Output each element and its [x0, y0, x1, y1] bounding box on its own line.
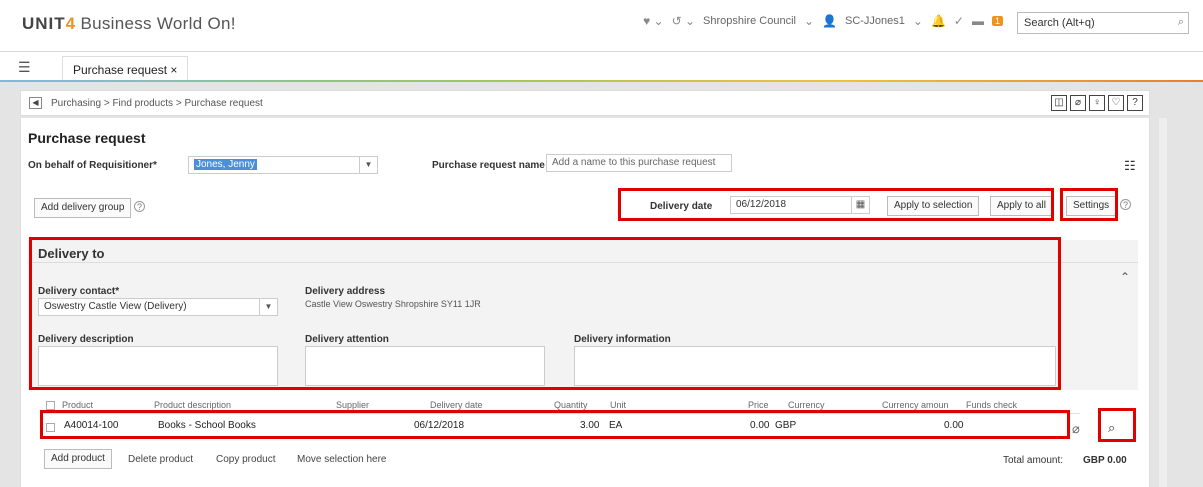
- attachment-icon[interactable]: ⌀: [1072, 421, 1080, 437]
- highlight-product-row: [40, 410, 1070, 439]
- col-product[interactable]: Product: [62, 400, 93, 410]
- col-product-description[interactable]: Product description: [154, 400, 231, 410]
- user-icon: 👤: [822, 14, 837, 28]
- help-icon[interactable]: ?: [1127, 95, 1143, 111]
- highlight-delivery-panel: [29, 237, 1061, 390]
- chevron-down-icon[interactable]: ⌄: [913, 14, 923, 28]
- bell-icon[interactable]: 🔔: [931, 14, 946, 28]
- search-placeholder: Search (Alt+q): [1024, 17, 1095, 29]
- total-label: Total amount:: [1003, 455, 1064, 466]
- pr-name-label: Purchase request name: [432, 160, 545, 171]
- copy-product-button[interactable]: Copy product: [216, 454, 275, 465]
- breadcrumb: Purchasing > Find products > Purchase re…: [51, 98, 263, 109]
- col-unit[interactable]: Unit: [610, 400, 626, 410]
- col-currency[interactable]: Currency: [788, 400, 825, 410]
- search-icon[interactable]: ⌕: [1178, 16, 1184, 29]
- col-currency-amount[interactable]: Currency amoun: [882, 400, 949, 410]
- view-toggle-icon[interactable]: ☷: [1124, 158, 1136, 174]
- page-title: Purchase request: [28, 130, 146, 146]
- pr-name-input[interactable]: Add a name to this purchase request: [546, 154, 732, 172]
- help-icon[interactable]: ?: [134, 201, 145, 212]
- lightbulb-icon[interactable]: ♀: [1089, 95, 1105, 111]
- add-product-button[interactable]: Add product: [44, 449, 112, 469]
- back-icon[interactable]: ◀: [29, 97, 42, 109]
- header-tools: ♥ ⌄ ↺ ⌄ Shropshire Council ⌄ 👤 SC-JJones…: [643, 14, 1003, 28]
- breadcrumb-bar: ◀ Purchasing > Find products > Purchase …: [20, 90, 1150, 116]
- attachment-icon[interactable]: ⌀: [1070, 95, 1086, 111]
- page-tools: ◫ ⌀ ♀ ♡ ?: [1051, 95, 1143, 111]
- checkmark-icon[interactable]: ✓: [954, 14, 964, 28]
- search-input[interactable]: Search (Alt+q) ⌕: [1017, 12, 1189, 34]
- user-menu[interactable]: SC-JJones1: [845, 15, 905, 27]
- col-funds-check[interactable]: Funds check: [966, 400, 1017, 410]
- move-selection-button[interactable]: Move selection here: [297, 454, 387, 465]
- org-selector[interactable]: Shropshire Council: [703, 15, 796, 27]
- tab-purchase-request[interactable]: Purchase request ×: [62, 56, 189, 82]
- tab-accent-line: [0, 80, 1203, 82]
- col-delivery-date[interactable]: Delivery date: [430, 400, 483, 410]
- app-logo[interactable]: UNIT4 Business World On!: [22, 14, 236, 34]
- col-quantity[interactable]: Quantity: [554, 400, 588, 410]
- breadcrumb-find-products[interactable]: Find products: [112, 98, 173, 109]
- chat-icon[interactable]: ▬: [972, 14, 984, 28]
- top-bar: UNIT4 Business World On! ♥ ⌄ ↺ ⌄ Shropsh…: [0, 0, 1203, 52]
- chevron-down-icon[interactable]: ⌄: [804, 14, 814, 28]
- requisitioner-label: On behalf of Requisitioner*: [28, 160, 157, 171]
- requisitioner-field[interactable]: Jones, Jenny ▼: [188, 156, 378, 174]
- total-value: GBP 0.00: [1083, 455, 1127, 466]
- highlight-delivery-date: [618, 188, 1054, 221]
- highlight-settings: [1060, 188, 1118, 221]
- menu-icon[interactable]: ☰: [18, 59, 31, 76]
- chevron-down-icon[interactable]: ▼: [359, 157, 377, 173]
- layout-icon[interactable]: ◫: [1051, 95, 1067, 111]
- tab-bar: ☰ Purchase request ×: [0, 52, 1203, 82]
- heart-icon[interactable]: ♥ ⌄: [643, 14, 664, 28]
- notification-badge[interactable]: 1: [991, 16, 1003, 26]
- breadcrumb-current: Purchase request: [184, 98, 263, 109]
- highlight-zoom: [1098, 408, 1136, 442]
- total-amount: Total amount: GBP 0.00: [1003, 455, 1127, 466]
- select-all-checkbox[interactable]: [46, 401, 55, 410]
- close-icon[interactable]: ×: [170, 63, 177, 77]
- delete-product-button[interactable]: Delete product: [128, 454, 193, 465]
- scrollbar[interactable]: [1159, 118, 1167, 487]
- col-price[interactable]: Price: [748, 400, 769, 410]
- add-delivery-group-button[interactable]: Add delivery group: [34, 198, 132, 218]
- breadcrumb-purchasing[interactable]: Purchasing: [51, 98, 101, 109]
- history-icon[interactable]: ↺ ⌄: [672, 14, 695, 28]
- collapse-icon[interactable]: ⌃: [1120, 270, 1130, 284]
- help-icon[interactable]: ?: [1120, 199, 1131, 210]
- favorite-icon[interactable]: ♡: [1108, 95, 1124, 111]
- col-supplier[interactable]: Supplier: [336, 400, 369, 410]
